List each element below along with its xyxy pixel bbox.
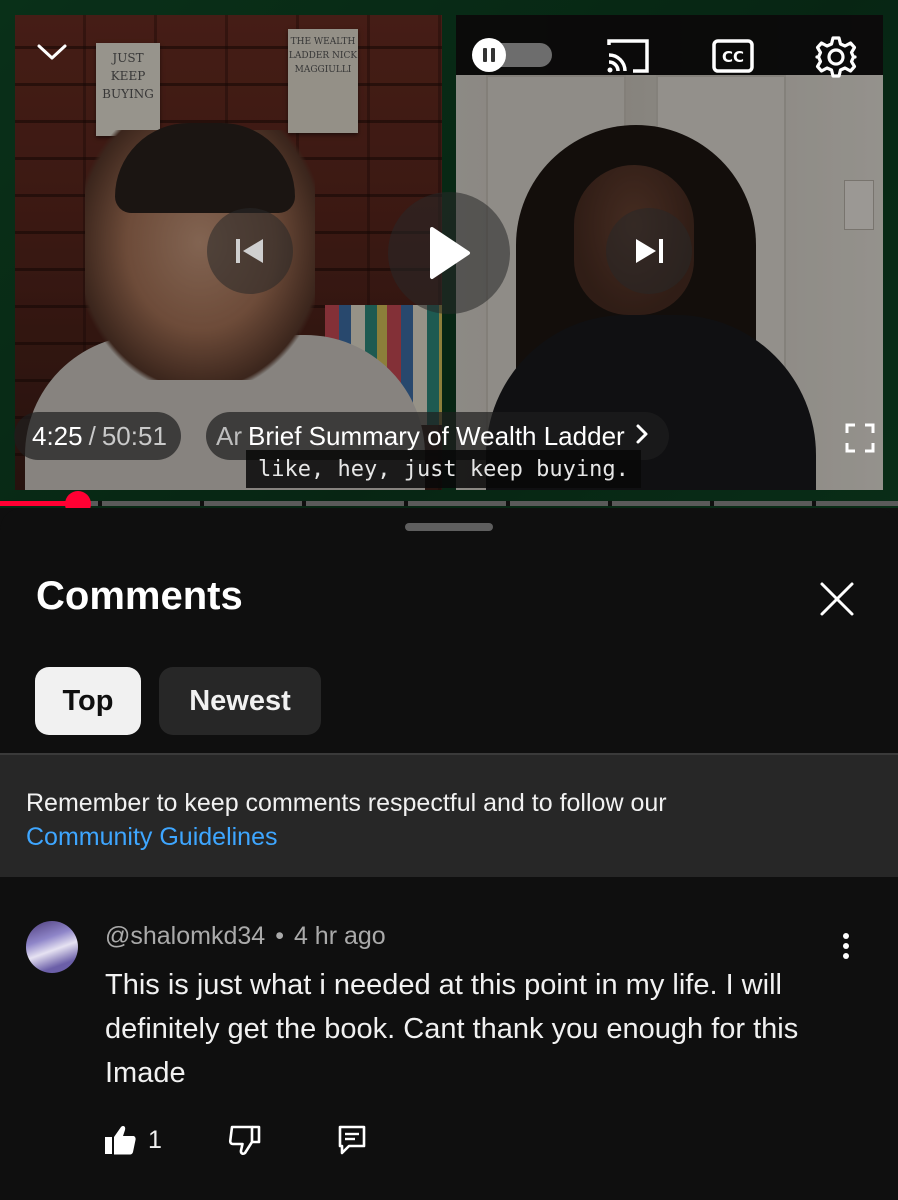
dislike-button[interactable]	[222, 1120, 266, 1160]
pause-icon	[472, 38, 506, 72]
current-time: 4:25	[32, 420, 83, 451]
video-player[interactable]: JUST KEEP BUYING THE WEALTH LADDER NICK …	[0, 0, 898, 508]
next-button[interactable]	[606, 208, 692, 294]
time-display: 4:25 / 50:51	[14, 412, 181, 460]
comment-text: This is just what i needed at this point…	[105, 969, 799, 1089]
more-options-icon[interactable]	[828, 928, 864, 964]
skip-next-icon	[636, 239, 663, 263]
avatar[interactable]	[26, 921, 78, 973]
comment-author[interactable]: @shalomkd34	[105, 922, 265, 951]
sort-tab-newest[interactable]: Newest	[159, 667, 321, 735]
closed-captions-icon[interactable]: CC	[708, 34, 758, 78]
skip-previous-icon	[236, 239, 263, 263]
chapter-prefix: Ar	[216, 420, 242, 451]
cast-icon[interactable]	[600, 34, 656, 78]
svg-text:CC: CC	[722, 48, 744, 66]
close-icon[interactable]	[812, 574, 862, 624]
progress-bar[interactable]	[0, 491, 898, 508]
caption-text: like, hey, just keep buying.	[246, 450, 641, 488]
total-duration: 50:51	[101, 420, 167, 451]
fullscreen-icon[interactable]	[838, 418, 882, 458]
comment-meta: @shalomkd34 • 4 hr ago	[105, 922, 386, 951]
comments-title: Comments	[36, 574, 243, 618]
sort-tab-top[interactable]: Top	[35, 667, 141, 735]
like-button[interactable]	[100, 1120, 140, 1160]
reply-comment-icon	[338, 1125, 366, 1155]
community-guidelines-link[interactable]: Community Guidelines	[26, 820, 872, 854]
meta-separator: •	[275, 922, 284, 950]
previous-button[interactable]	[207, 208, 293, 294]
reply-button[interactable]	[332, 1120, 372, 1160]
notice-text: Remember to keep comments respectful and…	[26, 789, 667, 817]
autoplay-toggle[interactable]	[472, 38, 552, 72]
play-icon	[430, 227, 470, 279]
time-separator: /	[88, 420, 96, 451]
chapter-title: Brief Summary of Wealth Ladder	[248, 420, 625, 451]
thumbs-up-icon	[105, 1126, 136, 1155]
like-count: 1	[148, 1126, 162, 1154]
thumbs-down-icon	[228, 1125, 261, 1155]
gear-icon[interactable]	[810, 32, 862, 82]
comment-age: 4 hr ago	[293, 922, 386, 950]
chevron-right-icon	[635, 421, 649, 452]
comments-sheet: Comments Top Newest Remember to keep com…	[0, 508, 898, 1200]
drag-handle[interactable]	[405, 523, 493, 531]
guidelines-notice: Remember to keep comments respectful and…	[0, 753, 898, 877]
play-button[interactable]	[388, 192, 510, 314]
chevron-down-icon[interactable]	[30, 32, 74, 72]
